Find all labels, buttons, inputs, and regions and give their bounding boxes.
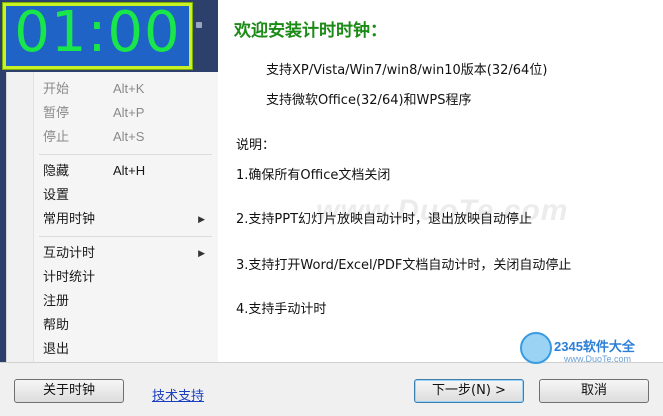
menu-item-hide[interactable]: 隐藏 Alt+H xyxy=(43,160,213,182)
menu-separator xyxy=(39,236,212,237)
logo-text: 2345软件大全 xyxy=(554,339,635,354)
menu-item-pause[interactable]: 暂停 Alt+P xyxy=(43,102,213,124)
menu-item-timer-stats[interactable]: 计时统计 xyxy=(43,266,213,288)
support-os-text: 支持XP/Vista/Win7/win8/win10版本(32/64位) xyxy=(266,63,548,78)
logo-url: www.DuoTe.com xyxy=(564,354,632,364)
menu-item-stop[interactable]: 停止 Alt+S xyxy=(43,126,213,148)
menu-item-label: 注册 xyxy=(43,293,70,308)
resize-handle-icon[interactable] xyxy=(196,22,202,28)
menu-item-label: 常用时钟 xyxy=(43,211,96,226)
menu-item-label: 设置 xyxy=(43,187,70,202)
menu-item-label: 暂停 xyxy=(43,105,70,120)
tech-support-link[interactable]: 技术支持 xyxy=(152,385,204,404)
menu-item-label: 计时统计 xyxy=(43,269,96,284)
menu-item-shortcut: Alt+S xyxy=(113,129,145,144)
menu-separator xyxy=(39,154,212,155)
submenu-arrow-icon: ▶ xyxy=(198,214,205,224)
menu-item-label: 帮助 xyxy=(43,317,70,332)
site-logo: 2345软件大全 www.DuoTe.com xyxy=(520,332,660,372)
menu-item-label: 隐藏 xyxy=(43,163,70,178)
menu-item-shortcut: Alt+P xyxy=(113,105,145,120)
menu-item-help[interactable]: 帮助 xyxy=(43,314,213,336)
submenu-arrow-icon: ▶ xyxy=(198,248,205,258)
menu-item-label: 开始 xyxy=(43,81,70,96)
note-3: 3.支持打开Word/Excel/PDF文档自动计时，关闭自动停止 xyxy=(236,258,572,273)
cancel-button[interactable]: 取消 xyxy=(539,379,649,403)
clock-display[interactable]: 01:00 xyxy=(2,0,193,70)
menu-item-label: 互动计时 xyxy=(43,245,96,260)
menu-item-interactive-timer[interactable]: 互动计时 ▶ xyxy=(43,242,213,264)
menu-item-label: 退出 xyxy=(43,341,70,356)
support-office-text: 支持微软Office(32/64)和WPS程序 xyxy=(266,93,472,108)
note-4: 4.支持手动计时 xyxy=(236,302,327,317)
mascot-icon xyxy=(520,332,552,364)
notes-title: 说明： xyxy=(236,138,276,153)
note-2: 2.支持PPT幻灯片放映自动计时，退出放映自动停止 xyxy=(236,212,533,227)
menu-item-common-clocks[interactable]: 常用时钟 ▶ xyxy=(43,208,213,230)
menu-item-exit[interactable]: 退出 xyxy=(43,338,213,360)
menu-item-shortcut: Alt+K xyxy=(113,81,145,96)
menu-item-start[interactable]: 开始 Alt+K xyxy=(43,78,213,100)
menu-icon-strip xyxy=(7,72,34,362)
clock-time: 01:00 xyxy=(14,0,181,65)
next-button[interactable]: 下一步(N) > xyxy=(414,379,524,403)
installer-content: www.DuoTe.com 欢迎安装计时时钟： 支持XP/Vista/Win7/… xyxy=(218,0,663,362)
menu-item-shortcut: Alt+H xyxy=(113,163,146,178)
menu-item-label: 停止 xyxy=(43,129,70,144)
context-menu: 开始 Alt+K 暂停 Alt+P 停止 Alt+S 隐藏 Alt+H 设置 常… xyxy=(6,72,218,362)
about-button[interactable]: 关于时钟 xyxy=(14,379,124,403)
menu-item-settings[interactable]: 设置 xyxy=(43,184,213,206)
welcome-title: 欢迎安装计时时钟： xyxy=(234,21,387,41)
note-1: 1.确保所有Office文档关闭 xyxy=(236,168,391,183)
menu-item-register[interactable]: 注册 xyxy=(43,290,213,312)
